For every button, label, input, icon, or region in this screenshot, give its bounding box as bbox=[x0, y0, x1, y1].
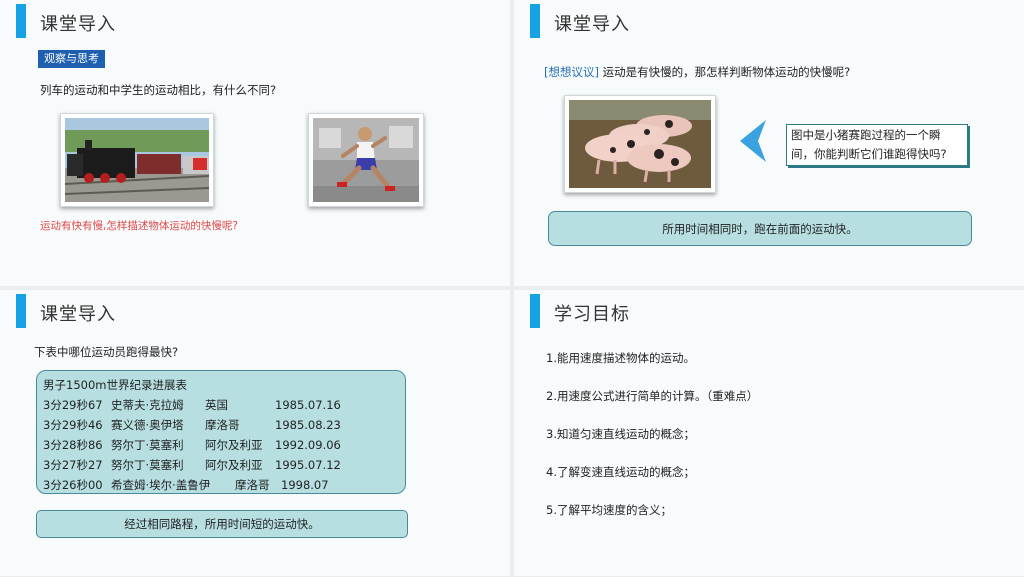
title-accent-bar bbox=[530, 4, 540, 38]
goal-item: 2.用速度公式进行简单的计算。（重难点） bbox=[546, 389, 759, 403]
goal-item: 4.了解变速直线运动的概念； bbox=[546, 465, 695, 479]
slide-intro-trains: 课堂导入 观察与思考 列车的运动和中学生的运动相比，有什么不同? 运动有快有慢,… bbox=[0, 0, 510, 286]
record-country: 摩洛哥 bbox=[235, 478, 270, 492]
callout-box: 图中是小猪赛跑过程的一个瞬间，你能判断它们谁跑得快吗? bbox=[786, 124, 968, 166]
record-name: 赛义德·奥伊塔 bbox=[111, 418, 184, 432]
record-time: 3分26秒00 bbox=[43, 478, 103, 492]
slide-title: 课堂导入 bbox=[40, 304, 116, 325]
train-photo bbox=[60, 113, 214, 207]
observe-tag: 观察与思考 bbox=[38, 50, 105, 68]
goal-item: 3.知道匀速直线运动的概念； bbox=[546, 427, 695, 441]
records-table-box: 男子1500m世界纪录进展表 3分29秒67 史蒂夫·克拉姆 英国 1985.0… bbox=[36, 370, 406, 494]
slide-title: 课堂导入 bbox=[554, 14, 630, 35]
answer-box: 所用时间相同时，跑在前面的运动快。 bbox=[548, 211, 972, 246]
record-time: 3分27秒27 bbox=[43, 458, 103, 472]
record-name: 努尔丁·莫塞利 bbox=[111, 458, 184, 472]
record-name: 努尔丁·莫塞利 bbox=[111, 438, 184, 452]
record-country: 阿尔及利亚 bbox=[205, 458, 263, 472]
question-line: [想想议议] 运动是有快慢的，那怎样判断物体运动的快慢呢? bbox=[544, 64, 850, 80]
record-country: 英国 bbox=[205, 398, 228, 412]
record-country: 阿尔及利亚 bbox=[205, 438, 263, 452]
record-time: 3分29秒46 bbox=[43, 418, 103, 432]
record-date: 1985.07.16 bbox=[275, 398, 341, 412]
record-date: 1998.07 bbox=[281, 478, 329, 492]
goal-item: 1.能用速度描述物体的运动。 bbox=[546, 351, 695, 365]
record-country: 摩洛哥 bbox=[205, 418, 240, 432]
record-date: 1995.07.12 bbox=[275, 458, 341, 472]
goal-item: 5.了解平均速度的含义； bbox=[546, 503, 672, 517]
table-row: 3分26秒00 希查姆·埃尔·盖鲁伊 摩洛哥 1998.07 bbox=[43, 475, 399, 495]
slide-intro-pigs: 课堂导入 [想想议议] 运动是有快慢的，那怎样判断物体运动的快慢呢? 图中是小猪… bbox=[514, 0, 1024, 286]
question-prefix: [想想议议] bbox=[544, 65, 599, 79]
slide-learning-goals: 学习目标 1.能用速度描述物体的运动。 2.用速度公式进行简单的计算。（重难点）… bbox=[514, 290, 1024, 576]
table-row: 3分29秒67 史蒂夫·克拉姆 英国 1985.07.16 bbox=[43, 395, 399, 415]
title-accent-bar bbox=[16, 294, 26, 328]
runner-photo bbox=[308, 113, 424, 207]
record-date: 1985.08.23 bbox=[275, 418, 341, 432]
slide-intro-records: 课堂导入 下表中哪位运动员跑得最快? 男子1500m世界纪录进展表 3分29秒6… bbox=[0, 290, 510, 576]
record-date: 1992.09.06 bbox=[275, 438, 341, 452]
answer-box: 经过相同路程，所用时间短的运动快。 bbox=[36, 510, 408, 538]
slide-title: 课堂导入 bbox=[40, 14, 116, 35]
red-note: 运动有快有慢,怎样描述物体运动的快慢呢? bbox=[40, 220, 238, 232]
record-time: 3分29秒67 bbox=[43, 398, 103, 412]
question-text: 运动是有快慢的，那怎样判断物体运动的快慢呢? bbox=[602, 65, 851, 79]
title-accent-bar bbox=[16, 4, 26, 38]
table-row: 3分27秒27 努尔丁·莫塞利 阿尔及利亚 1995.07.12 bbox=[43, 455, 399, 475]
title-accent-bar bbox=[530, 294, 540, 328]
record-name: 希查姆·埃尔·盖鲁伊 bbox=[111, 478, 211, 492]
table-row: 3分29秒46 赛义德·奥伊塔 摩洛哥 1985.08.23 bbox=[43, 415, 399, 435]
question-text: 下表中哪位运动员跑得最快? bbox=[34, 345, 179, 359]
record-name: 史蒂夫·克拉姆 bbox=[111, 398, 184, 412]
table-row: 3分28秒86 努尔丁·莫塞利 阿尔及利亚 1992.09.06 bbox=[43, 435, 399, 455]
question-text: 列车的运动和中学生的运动相比，有什么不同? bbox=[40, 83, 277, 97]
piglets-photo bbox=[564, 95, 716, 193]
slide-title: 学习目标 bbox=[554, 304, 630, 325]
chevron-left-icon bbox=[740, 120, 766, 162]
record-time: 3分28秒86 bbox=[43, 438, 103, 452]
table-title: 男子1500m世界纪录进展表 bbox=[43, 378, 187, 392]
